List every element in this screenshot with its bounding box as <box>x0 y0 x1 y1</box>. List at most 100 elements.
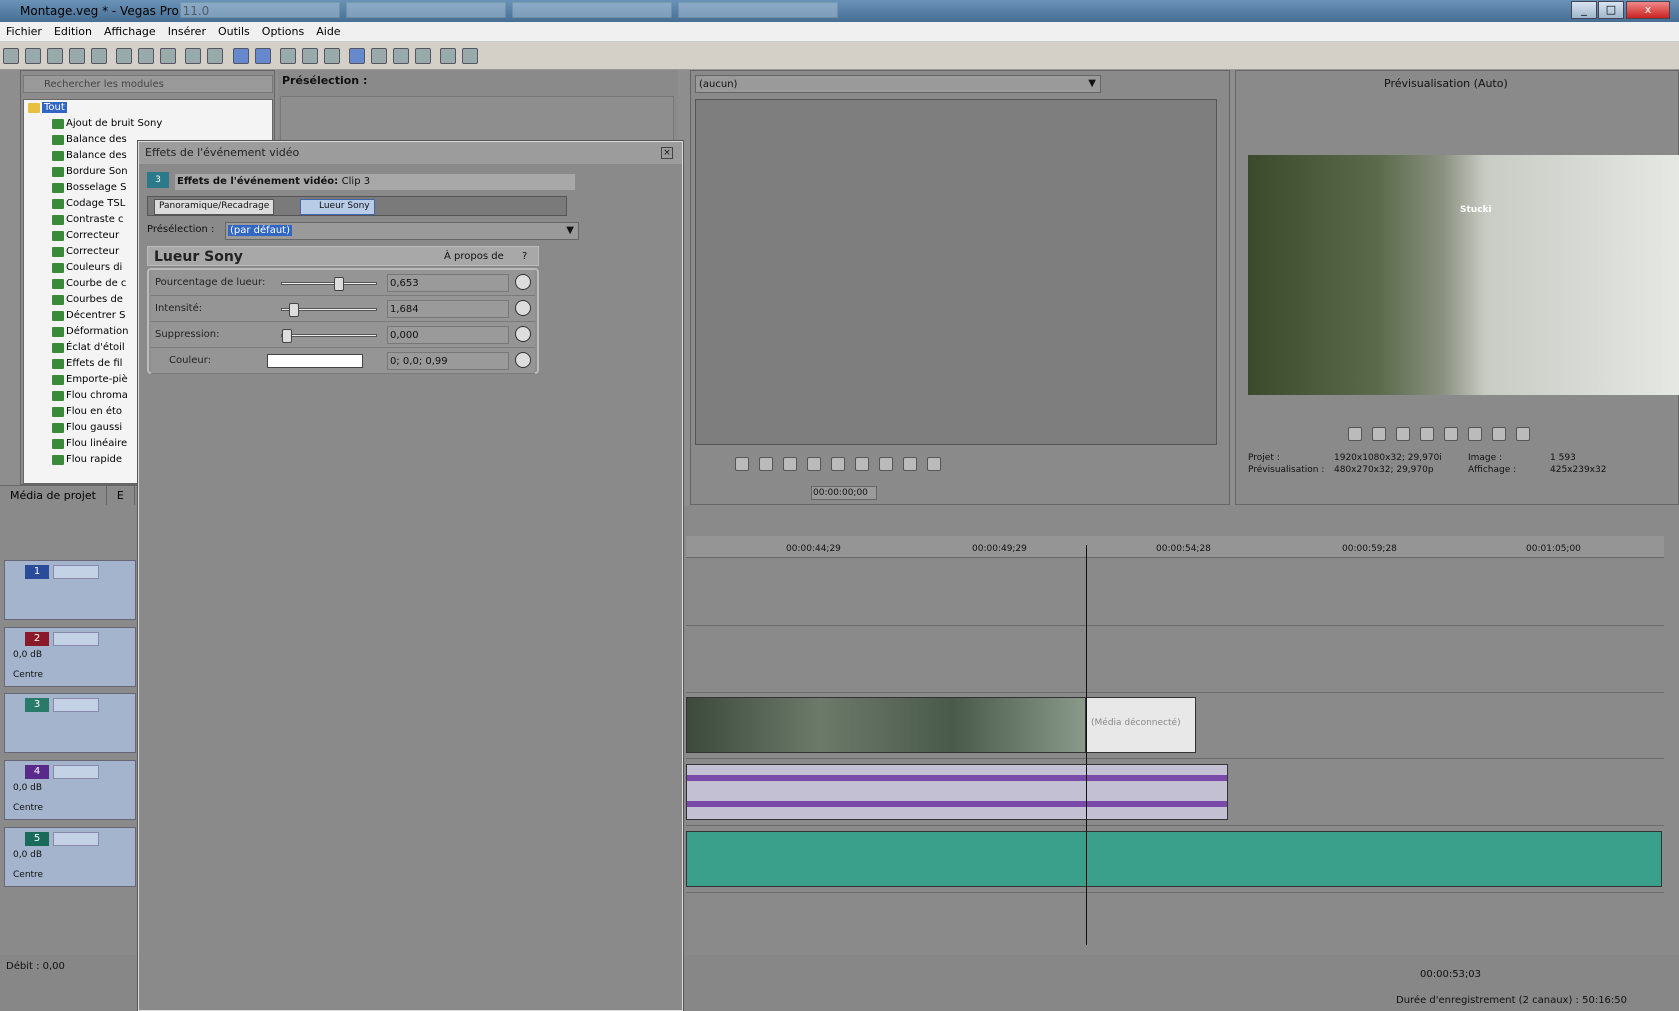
loop-icon[interactable] <box>735 457 749 471</box>
slider-thumb[interactable] <box>333 277 344 291</box>
about-link[interactable]: À propos de <box>444 251 504 262</box>
help-button[interactable]: ? <box>522 251 527 262</box>
loop-icon[interactable] <box>1372 427 1386 441</box>
music-clip[interactable] <box>686 831 1662 887</box>
param-label: Intensité: <box>155 303 203 314</box>
redo-icon[interactable] <box>207 48 224 64</box>
close-icon[interactable]: × <box>661 147 673 159</box>
close-button[interactable]: x <box>1626 1 1670 19</box>
track-lane-2[interactable] <box>686 627 1664 693</box>
param-value[interactable]: 1,684 <box>387 300 509 318</box>
next-icon[interactable] <box>1516 427 1530 441</box>
param-value[interactable]: 0,653 <box>387 274 509 292</box>
prev-icon[interactable] <box>855 457 869 471</box>
track-name-field[interactable] <box>53 632 99 646</box>
cut-icon[interactable] <box>116 48 133 64</box>
plugin-search-input[interactable]: Rechercher les modules <box>23 75 273 93</box>
tab-media-projet[interactable]: Média de projet <box>0 486 107 505</box>
render-icon[interactable] <box>91 48 107 64</box>
fx-chain-item-lueur[interactable]: Lueur Sony <box>300 199 375 215</box>
maximize-button[interactable]: □ <box>1598 1 1624 19</box>
fx-chain-item-panoramique[interactable]: Panoramique/Recadrage <box>154 199 275 215</box>
next-icon[interactable] <box>879 457 893 471</box>
track-lane-3[interactable]: (Média déconnecté) <box>686 693 1664 759</box>
track-header-4[interactable]: 4 0,0 dB Centre <box>4 760 136 820</box>
track-header-5[interactable]: 5 0,0 dB Centre <box>4 827 136 887</box>
param-slider[interactable] <box>281 329 377 343</box>
track-name-field[interactable] <box>53 765 99 779</box>
color-swatch[interactable] <box>267 354 363 368</box>
next-frame-icon[interactable] <box>927 457 941 471</box>
record-icon[interactable] <box>1348 427 1362 441</box>
track-name-field[interactable] <box>53 832 99 846</box>
play-icon[interactable] <box>783 457 797 471</box>
save-as-icon[interactable] <box>69 48 85 64</box>
edit-tool-icon[interactable] <box>232 48 249 64</box>
menu-inserer[interactable]: Insérer <box>162 22 212 41</box>
play-from-start-icon[interactable] <box>1396 427 1410 441</box>
tab-explorer[interactable]: E <box>107 486 135 505</box>
track-name-field[interactable] <box>53 565 99 579</box>
preview-mode[interactable]: Prévisualisation (Auto) <box>1384 77 1508 90</box>
new-icon[interactable] <box>3 48 19 64</box>
menu-fichier[interactable]: Fichier <box>0 22 48 41</box>
marker-icon[interactable] <box>370 48 387 64</box>
param-value[interactable]: 0; 0,0; 0,99 <box>387 352 509 370</box>
param-value[interactable]: 0,000 <box>387 326 509 344</box>
ripple-icon[interactable] <box>301 48 318 64</box>
tree-item[interactable]: Ajout de bruit Sony <box>24 116 272 132</box>
stop-icon[interactable] <box>1468 427 1482 441</box>
track-lane-5[interactable] <box>686 827 1664 893</box>
preset-select[interactable]: (par défaut) ▼ <box>225 222 579 240</box>
slider-thumb[interactable] <box>288 303 299 317</box>
auto-crossfade-icon[interactable] <box>348 48 365 64</box>
time-ruler[interactable]: 00:00:44;29 00:00:49;29 00:00:54;28 00:0… <box>686 536 1664 558</box>
track-header-2[interactable]: 2 0,0 dB Centre <box>4 627 136 687</box>
snap-icon[interactable] <box>279 48 296 64</box>
playhead[interactable] <box>1086 545 1087 945</box>
envelope-tool-icon[interactable] <box>254 48 271 64</box>
lock-icon[interactable] <box>323 48 340 64</box>
trimmer-source-select[interactable]: (aucun) ▼ <box>695 75 1101 93</box>
region-icon[interactable] <box>392 48 409 64</box>
track-lane-1[interactable] <box>686 560 1664 626</box>
audio-clip[interactable] <box>686 764 1228 820</box>
trimmer-display[interactable] <box>695 99 1217 445</box>
prev-frame-icon[interactable] <box>903 457 917 471</box>
play-icon[interactable] <box>1420 427 1434 441</box>
track-name-field[interactable] <box>53 698 99 712</box>
open-icon[interactable] <box>25 48 41 64</box>
tree-root[interactable]: Tout <box>24 100 272 116</box>
keyframe-icon[interactable] <box>515 300 531 316</box>
play-from-start-icon[interactable] <box>759 457 773 471</box>
keyframe-icon[interactable] <box>515 326 531 342</box>
param-slider[interactable] <box>281 277 377 291</box>
whats-this-icon[interactable] <box>462 48 479 64</box>
plugin-icon <box>52 295 64 305</box>
prev-icon[interactable] <box>1492 427 1506 441</box>
video-clip[interactable] <box>686 697 1086 753</box>
menu-edition[interactable]: Edition <box>48 22 98 41</box>
slider-thumb[interactable] <box>282 329 292 343</box>
pause-icon[interactable] <box>807 457 821 471</box>
track-header-1[interactable]: 1 <box>4 560 136 620</box>
offline-clip[interactable]: (Média déconnecté) <box>1086 697 1196 753</box>
track-header-3[interactable]: 3 <box>4 693 136 753</box>
copy-icon[interactable] <box>138 48 155 64</box>
pause-icon[interactable] <box>1444 427 1458 441</box>
save-icon[interactable] <box>47 48 63 64</box>
menu-aide[interactable]: Aide <box>310 22 346 41</box>
menu-affichage[interactable]: Affichage <box>98 22 162 41</box>
menu-options[interactable]: Options <box>256 22 310 41</box>
menu-outils[interactable]: Outils <box>212 22 256 41</box>
keyframe-icon[interactable] <box>515 352 531 368</box>
properties-icon[interactable] <box>440 48 457 64</box>
stop-icon[interactable] <box>831 457 845 471</box>
keyframe-icon[interactable] <box>515 274 531 290</box>
track-lane-4[interactable] <box>686 760 1664 826</box>
param-slider[interactable] <box>281 303 377 317</box>
minimize-button[interactable]: _ <box>1571 1 1597 19</box>
paste-icon[interactable] <box>160 48 177 64</box>
undo-icon[interactable] <box>185 48 202 64</box>
zoom-icon[interactable] <box>414 48 431 64</box>
